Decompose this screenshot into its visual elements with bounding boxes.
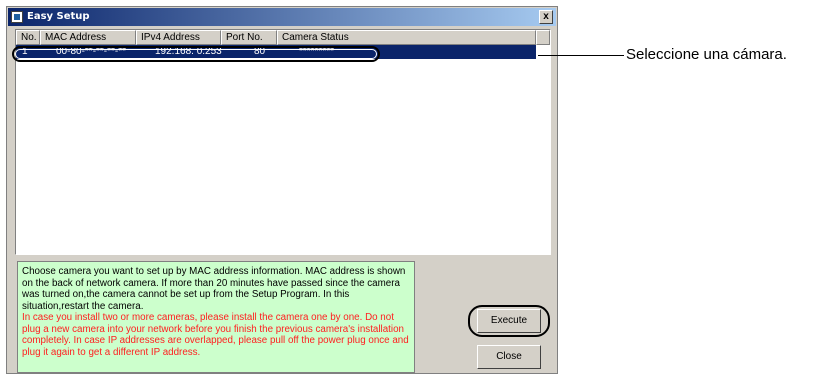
cell-port: 80 — [254, 46, 266, 57]
column-header-status[interactable]: Camera Status — [277, 30, 536, 45]
title-bar[interactable]: Easy Setup x — [8, 8, 556, 26]
column-header-no[interactable]: No. — [16, 30, 40, 45]
warning-text: In case you install two or more cameras,… — [22, 312, 409, 358]
cell-no: 1 — [22, 46, 28, 57]
camera-list[interactable]: No. MAC Address IPv4 Address Port No. Ca… — [12, 29, 551, 255]
close-window-button[interactable]: x — [539, 10, 553, 24]
column-header-ipv4[interactable]: IPv4 Address — [136, 30, 221, 45]
column-header-mac[interactable]: MAC Address — [40, 30, 136, 45]
list-header: No. MAC Address IPv4 Address Port No. Ca… — [16, 30, 550, 45]
instructions-box: Choose camera you want to set up by MAC … — [17, 261, 415, 373]
column-header-filler — [536, 30, 550, 45]
callout-label: Seleccione una cámara. — [626, 46, 787, 63]
instructions-text: Choose camera you want to set up by MAC … — [22, 266, 406, 312]
cell-ipv4: 192.168. 0.253 — [155, 46, 222, 57]
callout-line — [538, 55, 624, 56]
easy-setup-window: Easy Setup x No. MAC Address IPv4 Addres… — [6, 6, 558, 374]
close-button[interactable]: Close — [477, 345, 541, 369]
window-title: Easy Setup — [27, 11, 90, 22]
app-icon — [11, 11, 23, 23]
column-header-port[interactable]: Port No. — [221, 30, 277, 45]
cell-status: ********* — [299, 46, 335, 57]
execute-button[interactable]: Execute — [477, 309, 541, 333]
cell-mac: 00-80-**-**-**-** — [56, 46, 127, 57]
table-row[interactable]: 1 00-80-**-**-**-** 192.168. 0.253 80 **… — [16, 45, 536, 59]
